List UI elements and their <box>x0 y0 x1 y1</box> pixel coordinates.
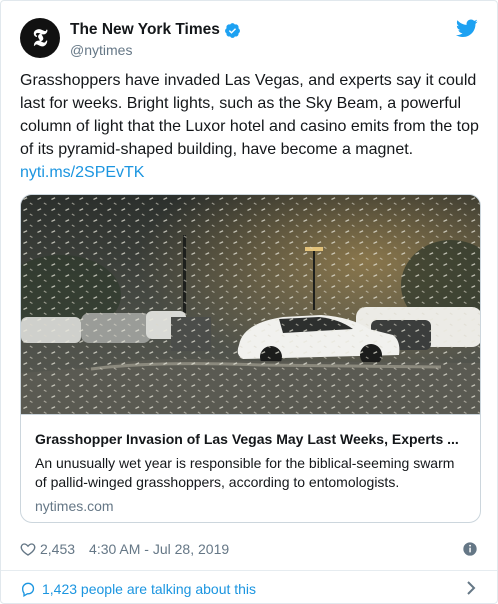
speech-bubble-icon <box>21 582 35 597</box>
tweet-header: 𝕿 The New York Times @nytimes <box>20 17 478 61</box>
tweet-meta: 2,453 4:30 AM - Jul 28, 2019 <box>20 538 478 560</box>
card-domain: nytimes.com <box>35 498 114 514</box>
name-line: The New York Times <box>70 21 241 39</box>
like-count[interactable]: 2,453 <box>40 541 75 557</box>
card-title[interactable]: Grasshopper Invasion of Las Vegas May La… <box>35 431 467 447</box>
avatar-letter: 𝕿 <box>32 23 48 52</box>
tweet-link[interactable]: nyti.ms/2SPEvTK <box>20 161 144 184</box>
info-icon[interactable] <box>462 541 478 557</box>
card-description: An unusually wet year is responsible for… <box>35 455 455 490</box>
account-handle[interactable]: @nytimes <box>70 42 132 58</box>
divider <box>1 570 497 571</box>
timestamp[interactable]: 4:30 AM - Jul 28, 2019 <box>89 541 229 557</box>
photo-illustration <box>21 195 480 414</box>
twitter-bird-icon[interactable] <box>456 19 478 38</box>
display-name[interactable]: The New York Times <box>70 21 220 39</box>
chevron-right-icon[interactable] <box>464 580 478 596</box>
conversation-text[interactable]: 1,423 people are talking about this <box>42 581 256 597</box>
tweet-text: Grasshoppers have invaded Las Vegas, and… <box>20 72 479 158</box>
link-preview-card[interactable]: Grasshopper Invasion of Las Vegas May La… <box>20 194 481 523</box>
article-photo <box>21 195 480 415</box>
heart-icon[interactable] <box>20 541 36 557</box>
verified-badge-icon <box>224 22 240 38</box>
tweet-embed: 𝕿 The New York Times @nytimes Grasshoppe… <box>0 0 498 604</box>
avatar[interactable]: 𝕿 <box>20 18 60 58</box>
conversation-link[interactable]: 1,423 people are talking about this <box>20 579 478 599</box>
